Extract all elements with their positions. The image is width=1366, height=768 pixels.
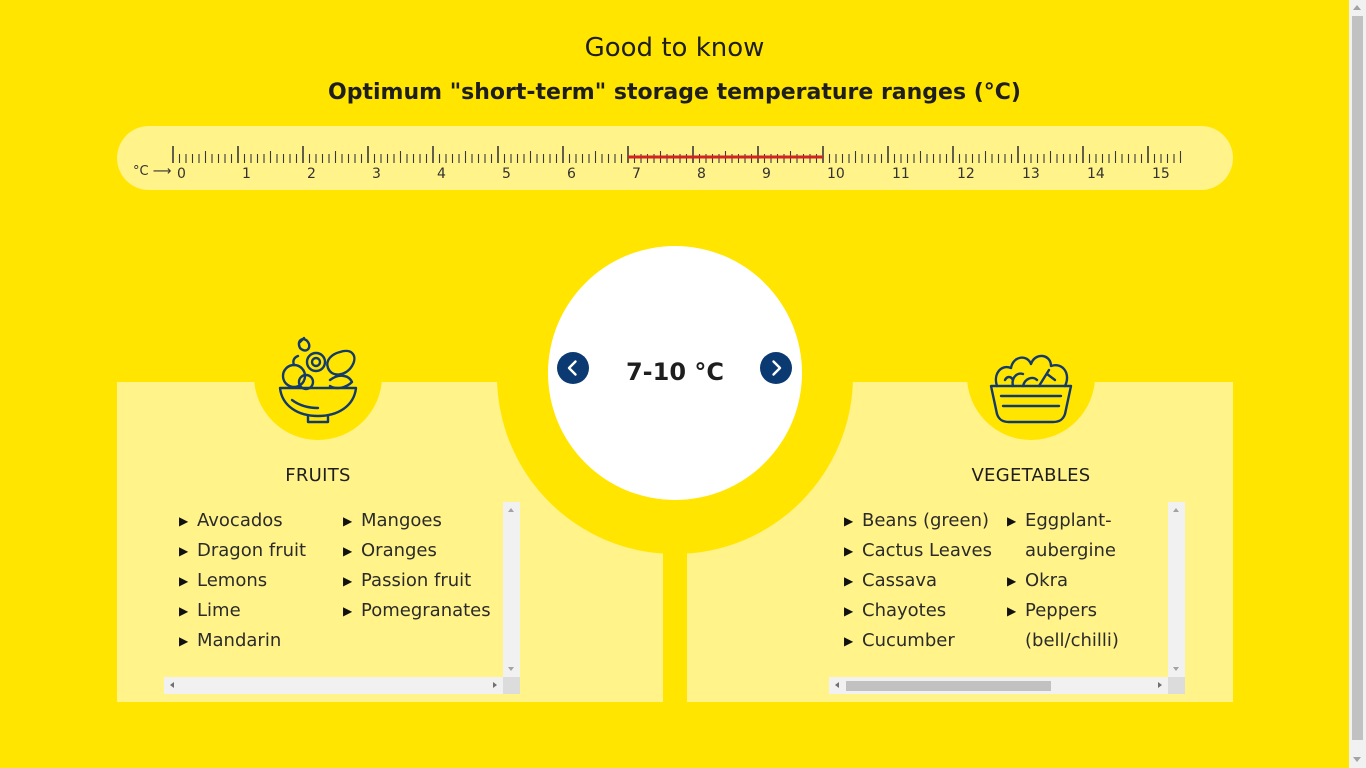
fruits-column-1: AvocadosDragon fruitLemonsLimeMandarin (179, 506, 306, 656)
vegetables-vertical-scrollbar[interactable] (1168, 502, 1185, 677)
page-scrollbar[interactable] (1349, 0, 1366, 768)
vegetable-basket-icon (989, 354, 1073, 424)
list-item: Mandarin (179, 626, 306, 656)
list-item: Oranges (343, 536, 491, 566)
temperature-ruler: °C ⟶ 0 1 2 3 4 5 6 7 8 9 10 11 12 13 14 15 (117, 126, 1233, 190)
ruler-tick-label: 12 (957, 166, 975, 182)
ruler-unit-label: °C ⟶ (133, 164, 171, 179)
ruler-tick-label: 11 (892, 166, 910, 182)
vegetables-list[interactable]: Beans (green)Cactus LeavesCassavaChayote… (829, 502, 1185, 694)
scroll-corner (503, 677, 520, 694)
ruler-tick-label: 10 (827, 166, 845, 182)
ruler-tick-label: 1 (242, 166, 251, 182)
next-range-button[interactable] (760, 352, 792, 384)
ruler-tick-label: 8 (697, 166, 706, 182)
list-item: Dragon fruit (179, 536, 306, 566)
chevron-left-icon (567, 360, 577, 376)
ruler-tick-label: 2 (307, 166, 316, 182)
scroll-up-arrow-icon[interactable] (1173, 508, 1179, 512)
ruler-tick-label: 3 (372, 166, 381, 182)
vegetables-horizontal-scrollbar[interactable] (829, 677, 1168, 694)
vegetables-column-1: Beans (green)Cactus LeavesCassavaChayote… (844, 506, 992, 656)
fruits-horizontal-scrollbar[interactable] (164, 677, 503, 694)
previous-range-button[interactable] (557, 352, 589, 384)
list-item: Okra (1007, 566, 1137, 596)
fruits-heading: FRUITS (285, 465, 351, 486)
list-item: Lemons (179, 566, 306, 596)
scroll-right-arrow-icon[interactable] (493, 682, 497, 688)
chevron-right-icon (772, 360, 782, 376)
vegetables-column-2: Eggplant-aubergineOkraPeppers (bell/chil… (1007, 506, 1137, 656)
ruler-scale: °C ⟶ 0 1 2 3 4 5 6 7 8 9 10 11 12 13 14 15 (133, 146, 1182, 182)
ruler-tick-label: 5 (502, 166, 511, 182)
page-scroll-thumb[interactable] (1352, 16, 1363, 740)
page-subtitle: Optimum "short-term" storage temperature… (328, 80, 1021, 105)
fruits-vertical-scrollbar[interactable] (503, 502, 520, 677)
ruler-tick-label: 15 (1152, 166, 1170, 182)
ruler-tick-label: 9 (762, 166, 771, 182)
page: Good to know Optimum "short-term" storag… (0, 0, 1349, 768)
list-item: Passion fruit (343, 566, 491, 596)
list-item: Avocados (179, 506, 306, 536)
fruit-bowl-icon (278, 336, 358, 424)
list-item: Cucumber (844, 626, 992, 656)
vegetables-heading: VEGETABLES (971, 465, 1091, 486)
scroll-down-arrow-icon[interactable] (508, 667, 514, 671)
scroll-thumb[interactable] (846, 681, 1051, 691)
scroll-down-arrow-icon[interactable] (1173, 667, 1179, 671)
list-item: Eggplant-aubergine (1007, 506, 1137, 566)
list-item: Lime (179, 596, 306, 626)
scroll-left-arrow-icon[interactable] (835, 682, 839, 688)
list-item: Beans (green) (844, 506, 992, 536)
scroll-right-arrow-icon[interactable] (1158, 682, 1162, 688)
fruits-column-2: MangoesOrangesPassion fruitPomegranates (343, 506, 491, 626)
scroll-left-arrow-icon[interactable] (170, 682, 174, 688)
vegetables-icon-badge (967, 312, 1095, 440)
list-item: Cassava (844, 566, 992, 596)
list-item: Chayotes (844, 596, 992, 626)
ruler-tick-label: 7 (632, 166, 641, 182)
scroll-up-arrow-icon[interactable] (508, 508, 514, 512)
fruits-list[interactable]: AvocadosDragon fruitLemonsLimeMandarin M… (164, 502, 520, 694)
ruler-tick-label: 0 (177, 166, 186, 182)
scroll-corner (1168, 677, 1185, 694)
ruler-tick-label: 6 (567, 166, 576, 182)
fruits-icon-badge (254, 312, 382, 440)
ruler-tick-label: 14 (1087, 166, 1105, 182)
list-item: Mangoes (343, 506, 491, 536)
list-item: Pomegranates (343, 596, 491, 626)
ruler-tick-label: 13 (1022, 166, 1040, 182)
page-title: Good to know (584, 33, 765, 63)
list-item: Cactus Leaves (844, 536, 992, 566)
scroll-down-arrow-icon[interactable] (1353, 757, 1361, 762)
list-item: Peppers (bell/chilli) (1007, 596, 1137, 656)
scroll-up-arrow-icon[interactable] (1353, 5, 1361, 10)
ruler-tick-label: 4 (437, 166, 446, 182)
